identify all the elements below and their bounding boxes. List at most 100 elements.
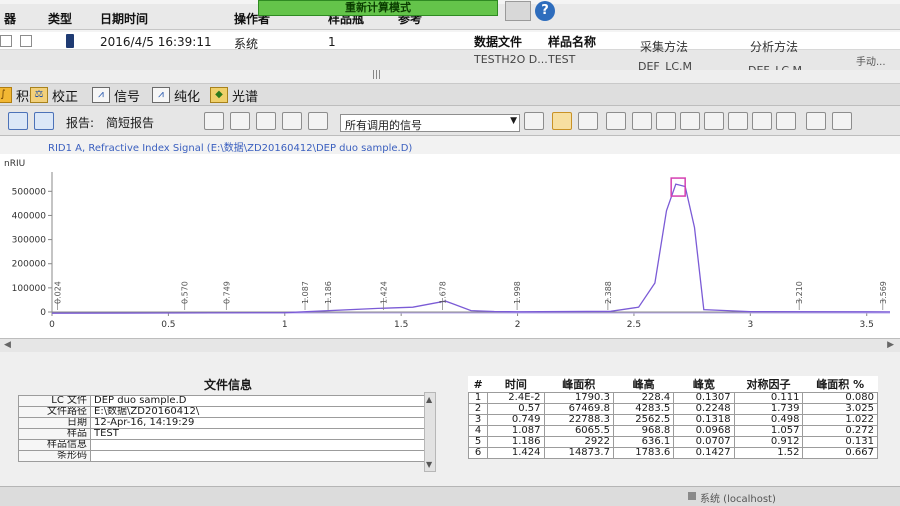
baseline-drop-icon[interactable] <box>704 112 724 130</box>
tab-purify[interactable]: ⩘ 纯化 <box>152 86 200 105</box>
chevron-down-icon[interactable]: ▼ <box>510 116 517 126</box>
signal-select[interactable]: 所有调用的信号 ▼ <box>340 114 520 132</box>
x-tick-label: 0.5 <box>161 320 175 330</box>
chromatogram[interactable]: nRIU 0 100000 200000 300000 400000 500000 0 0.5 1… <box>0 154 900 350</box>
spectrum-icon: ◆ <box>210 87 228 103</box>
zoom-in-icon[interactable] <box>552 112 572 130</box>
tab-signal[interactable]: ⩘ 信号 <box>92 86 141 105</box>
peak-table: # 时间 峰面积 峰高 峰宽 对称因子 峰面积 % 1 2.4E-2 1790.3 228.4 0.… <box>467 376 878 459</box>
grid-col-sample: 样品名称 <box>548 35 597 49</box>
peak-cell: 228.4 <box>612 392 675 404</box>
row-checkbox-2[interactable] <box>20 35 32 47</box>
peak-table-header[interactable]: 峰面积 % <box>803 376 878 393</box>
peak-cell: 4 <box>467 425 489 437</box>
scroll-right-icon[interactable]: ▶ <box>887 340 894 350</box>
chromatogram-svg[interactable]: nRIU 0 100000 200000 300000 400000 500000 0 0.5 1… <box>0 154 900 338</box>
table-row[interactable]: 6 1.424 14873.7 1783.6 0.1427 1.52 0.667 <box>467 447 878 459</box>
table-row[interactable]: 3 0.749 22788.3 2562.5 0.1318 0.498 1.022 <box>467 414 878 426</box>
peak-cell: 2922 <box>543 436 614 448</box>
copy-icon[interactable] <box>256 112 276 130</box>
select-peak-icon[interactable] <box>606 112 626 130</box>
table-row[interactable]: 2 0.57 67469.8 4283.5 0.2248 1.739 3.025 <box>467 403 878 415</box>
report-toolbar: 报告: 简短报告 所有调用的信号 ▼ <box>0 106 900 136</box>
peak-label: 0.749 <box>222 281 231 304</box>
file-info-key: 样品信息 <box>18 439 91 451</box>
redo-icon[interactable] <box>776 112 796 130</box>
undo-icon[interactable] <box>752 112 772 130</box>
report-label: 报告: <box>66 116 95 130</box>
help-icon[interactable]: ? <box>535 1 555 21</box>
edit-report-icon[interactable] <box>8 112 28 130</box>
eraser-icon[interactable] <box>505 1 531 21</box>
peak-cell: 1.739 <box>733 403 804 415</box>
peak-table-header[interactable]: 峰高 <box>613 376 673 393</box>
scroll-down-icon[interactable]: ▼ <box>426 460 432 469</box>
peak-table-header[interactable]: 时间 <box>488 376 544 393</box>
file-info-title: 文件信息 <box>203 378 252 392</box>
grid-col-datetime: 日期时间 <box>100 12 149 26</box>
tab-label: 信号 <box>114 89 141 105</box>
status-text: 系统 (localhost) <box>700 494 776 505</box>
peak-cell: 67469.8 <box>543 403 614 415</box>
grid-splitter[interactable]: ||| <box>0 70 900 84</box>
peak-cell: 3.025 <box>802 403 878 415</box>
tangent-skim-icon[interactable] <box>680 112 700 130</box>
peak-cell: 1 <box>467 392 489 404</box>
status-bar: 系统 (localhost) <box>0 486 900 506</box>
table-row[interactable]: 1 2.4E-2 1790.3 228.4 0.1307 0.111 0.080 <box>467 392 878 404</box>
results-panel: 文件信息 LC 文件 DEP duo sample.D 文件路径 E:\数据\ZD20… <box>0 352 900 506</box>
peak-cell: 2 <box>467 403 489 415</box>
peak-label: 1.424 <box>379 281 388 304</box>
export-icon[interactable] <box>308 112 328 130</box>
print-preview-icon[interactable] <box>230 112 250 130</box>
integrate-tool-icon[interactable] <box>524 112 544 130</box>
file-info-scrollbar[interactable]: ▲ ▼ <box>424 392 436 472</box>
table-row[interactable]: 4 1.087 6065.5 968.8 0.0968 1.057 0.272 <box>467 425 878 437</box>
chart-horizontal-scrollbar[interactable]: ◀ ▶ <box>0 338 900 352</box>
x-tick-label: 3 <box>747 320 753 330</box>
grid-col-type: 类型 <box>48 12 73 26</box>
draw-baseline-icon[interactable] <box>632 112 652 130</box>
peak-table-header[interactable]: 对称因子 <box>734 376 803 393</box>
print-icon[interactable] <box>282 112 302 130</box>
peak-cell: 5 <box>467 436 489 448</box>
zoom-out-icon[interactable] <box>578 112 598 130</box>
peak-table-header[interactable]: # <box>469 376 488 393</box>
file-info-value: TEST <box>90 428 428 440</box>
x-tick-label: 2 <box>515 320 521 330</box>
signal-select-value: 所有调用的信号 <box>345 119 422 132</box>
grid-header-2: 数据文件 样品名称 采集方法 分析方法 手动... TESTH2O D... T… <box>0 35 900 77</box>
annotate-icon[interactable] <box>806 112 826 130</box>
tab-calibrate[interactable]: ⚖ 校正 <box>30 86 78 105</box>
tab-spectrum[interactable]: ◆ 光谱 <box>210 86 259 105</box>
peak-cell: 22788.3 <box>543 414 614 426</box>
preview-icon[interactable] <box>204 112 224 130</box>
peak-cell: 636.1 <box>612 436 675 448</box>
scroll-left-icon[interactable]: ◀ <box>4 340 11 350</box>
peak-cell: 1790.3 <box>543 392 614 404</box>
delete-peak-icon[interactable] <box>728 112 748 130</box>
signal-trace <box>51 183 891 314</box>
table-row[interactable]: 5 1.186 2922 636.1 0.0707 0.912 0.131 <box>467 436 878 448</box>
mode-indicator: 重新计算模式 <box>258 0 498 16</box>
split-peak-icon[interactable] <box>656 112 676 130</box>
row-checkbox-1[interactable] <box>0 35 12 47</box>
report-type[interactable]: 简短报告 <box>106 114 154 131</box>
peak-cell: 0.667 <box>802 447 878 459</box>
tab-label: 光谱 <box>232 89 259 105</box>
integrate-icon: ∫ <box>0 87 12 103</box>
report-settings-icon[interactable] <box>34 112 54 130</box>
purify-icon: ⩘ <box>152 87 170 103</box>
peak-table-panel: # 时间 峰面积 峰高 峰宽 对称因子 峰面积 % 1 2.4E-2 1790.3 228.4 0.… <box>467 376 878 459</box>
layout-icon[interactable] <box>832 112 852 130</box>
scroll-up-icon[interactable]: ▲ <box>426 395 432 404</box>
peak-cell: 0.57 <box>487 403 545 415</box>
peak-cell: 3 <box>467 414 489 426</box>
peak-table-header[interactable]: 峰宽 <box>674 376 734 393</box>
splitter-grip[interactable]: ||| <box>372 70 381 80</box>
peak-label: 1.087 <box>301 281 310 304</box>
peak-table-header[interactable]: 峰面积 <box>544 376 613 393</box>
peak-cell: 1.022 <box>802 414 878 426</box>
peak-cell: 0.1307 <box>673 392 735 404</box>
peak-cell: 2562.5 <box>612 414 675 426</box>
